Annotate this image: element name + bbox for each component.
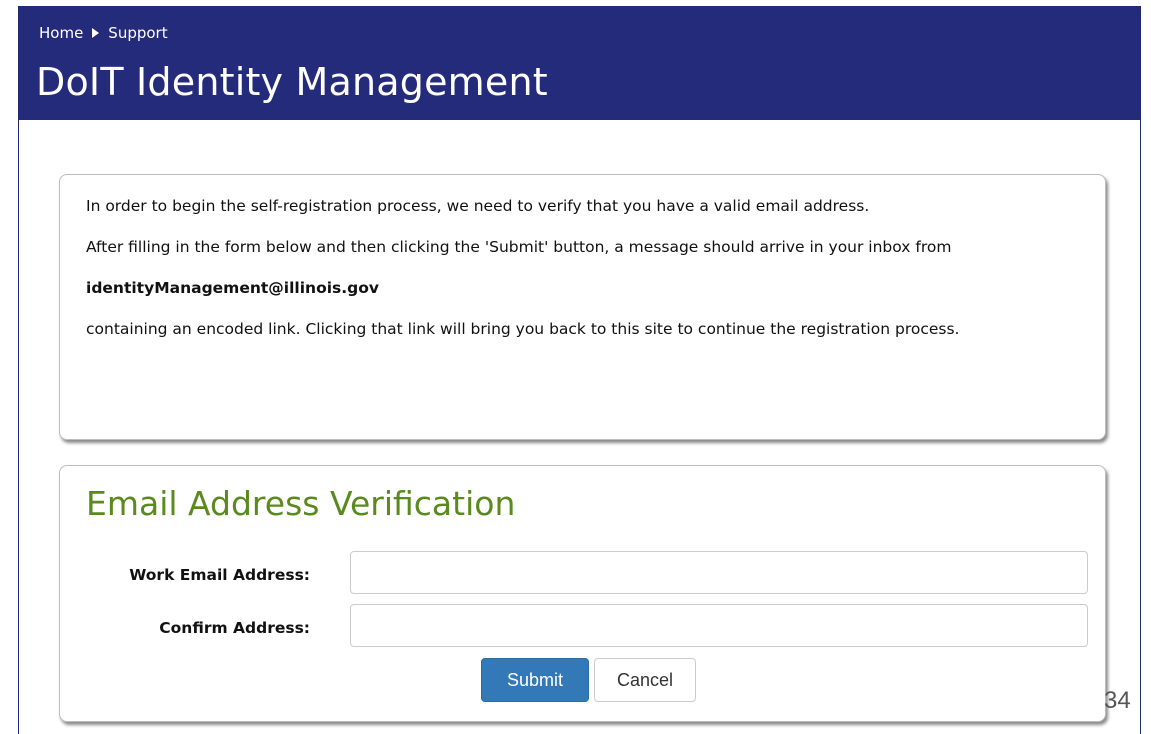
slide-page-number: 34 <box>1104 687 1131 714</box>
confirm-address-label: Confirm Address: <box>159 619 310 637</box>
work-email-label: Work Email Address: <box>129 566 310 584</box>
breadcrumb-arrow-icon <box>92 28 100 38</box>
breadcrumb-support-link[interactable]: Support <box>108 24 167 42</box>
breadcrumb-home-link[interactable]: Home <box>39 24 83 42</box>
instructions-panel: In order to begin the self-registration … <box>59 174 1106 440</box>
form-title: Email Address Verification <box>86 484 516 523</box>
breadcrumb: Home Support <box>39 24 168 42</box>
sender-email: identityManagement@illinois.gov <box>86 279 379 297</box>
confirm-address-input[interactable] <box>350 604 1088 647</box>
submit-button[interactable]: Submit <box>481 658 589 702</box>
instructions-text-1: In order to begin the self-registration … <box>86 197 870 215</box>
work-email-input[interactable] <box>350 551 1088 594</box>
page-title: DoIT Identity Management <box>36 60 548 104</box>
site-header: Home Support DoIT Identity Management <box>19 6 1140 120</box>
instructions-text-2: After filling in the form below and then… <box>86 238 952 256</box>
instructions-text-3: containing an encoded link. Clicking tha… <box>86 320 960 338</box>
page-frame: Home Support DoIT Identity Management In… <box>18 6 1141 734</box>
cancel-button[interactable]: Cancel <box>594 658 696 702</box>
email-verification-form: Email Address Verification Work Email Ad… <box>59 465 1106 722</box>
